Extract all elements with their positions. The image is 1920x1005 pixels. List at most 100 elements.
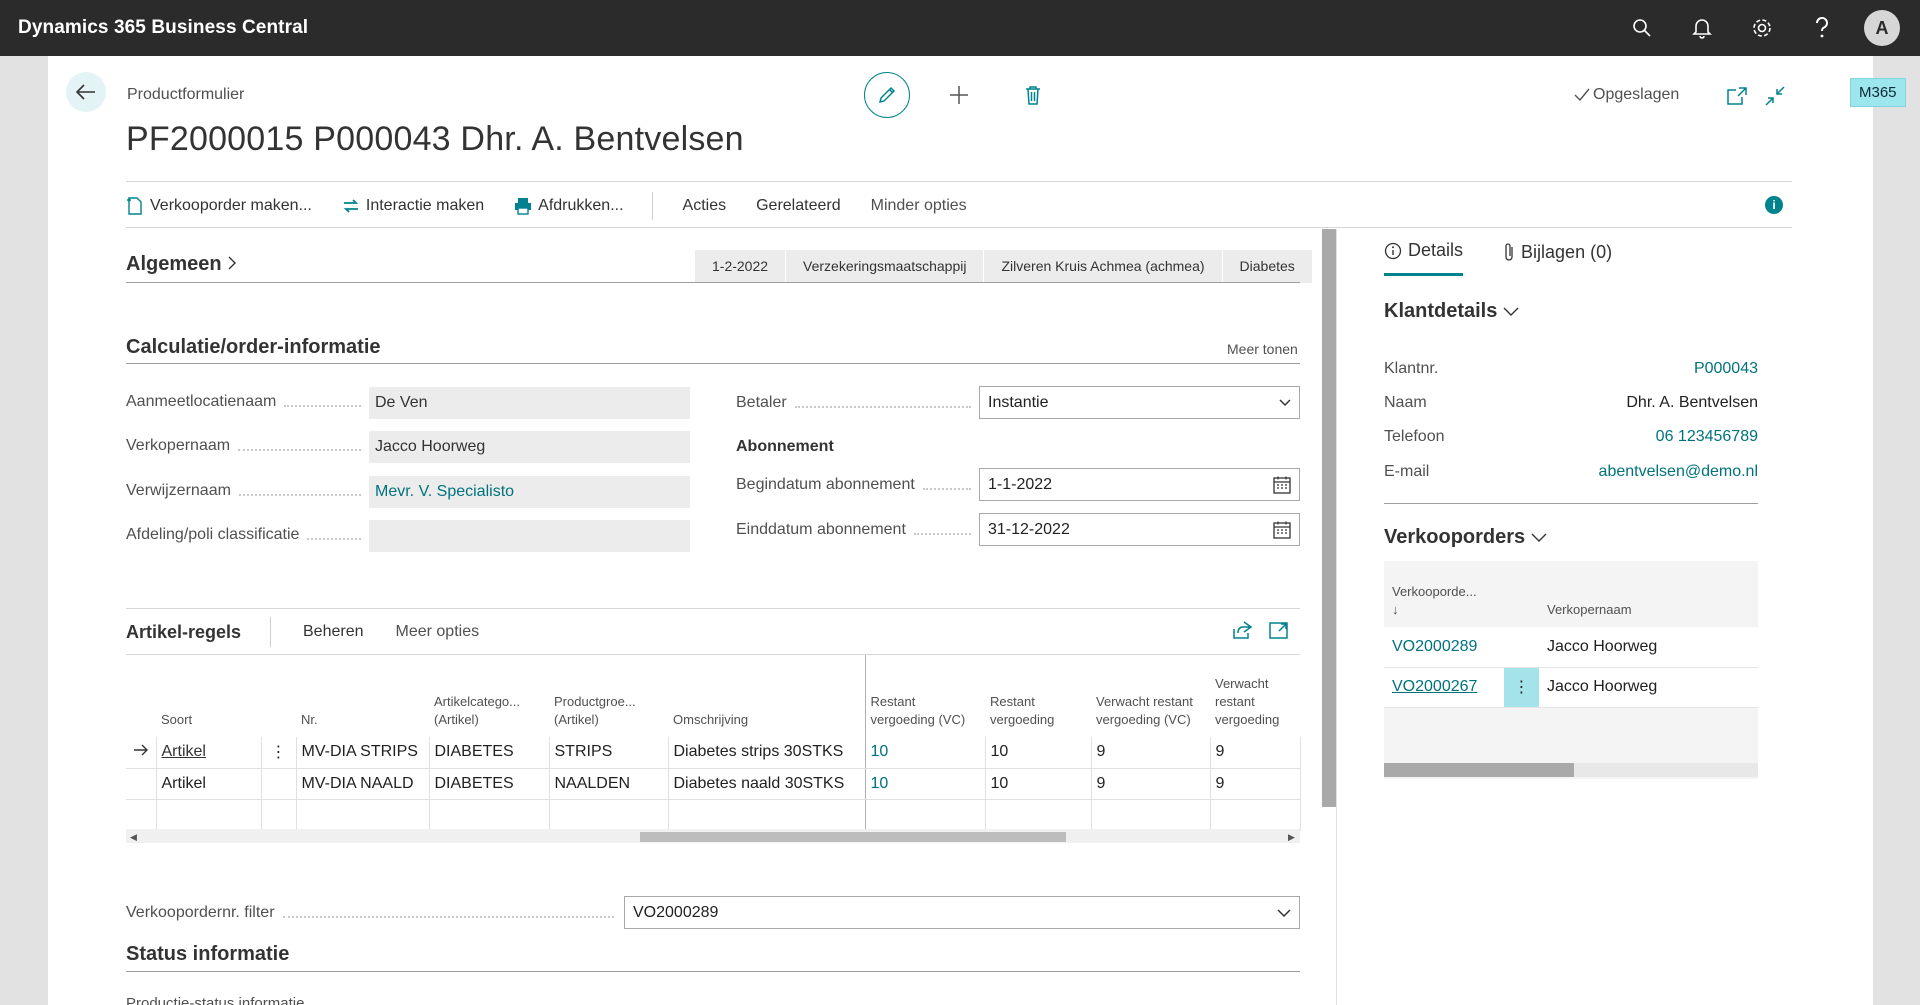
cell-type[interactable]: Artikel — [156, 737, 262, 769]
cell-group[interactable]: NAALDEN — [549, 768, 669, 800]
empty-cell[interactable] — [1091, 799, 1211, 831]
empty-cell[interactable] — [668, 799, 866, 831]
order-no-link[interactable]: VO2000267 — [1384, 667, 1504, 708]
table-row[interactable]: Artikel MV-DIA NAALD DIABETES NAALDEN Di… — [126, 768, 1301, 800]
col-salesperson[interactable]: Verkopernaam — [1539, 561, 1758, 627]
open-new-window-icon[interactable] — [1725, 84, 1749, 108]
cell-group[interactable]: STRIPS — [549, 737, 669, 769]
cell-rest[interactable]: 10 — [985, 768, 1092, 800]
list-item[interactable]: VO2000267 ⋮ Jacco Hoorweg — [1384, 667, 1758, 708]
cell-category[interactable]: DIABETES — [429, 737, 550, 769]
cell-no[interactable]: MV-DIA NAALD — [296, 768, 430, 800]
factbox-scrollbar-thumb[interactable] — [1384, 763, 1574, 777]
cell-rest[interactable]: 10 — [985, 737, 1092, 769]
scroll-left-icon[interactable]: ◀ — [130, 832, 137, 843]
sales-orders-header[interactable]: Verkooporders — [1384, 526, 1547, 549]
row-menu-icon[interactable]: ⋮ — [261, 737, 297, 769]
m365-badge[interactable]: M365 — [1850, 78, 1906, 107]
general-section-header[interactable]: Algemeen — [126, 253, 237, 276]
help-icon[interactable] — [1792, 0, 1852, 56]
share-icon[interactable] — [1231, 620, 1255, 644]
expand-icon[interactable] — [1269, 620, 1293, 644]
collapse-icon[interactable] — [1763, 84, 1787, 108]
edit-button[interactable] — [864, 72, 910, 118]
tab-details[interactable]: Details — [1384, 240, 1464, 276]
tab-attachments[interactable]: Bijlagen (0) — [1503, 240, 1612, 276]
gear-icon[interactable] — [1732, 0, 1792, 56]
new-button[interactable] — [944, 80, 974, 110]
col-rest-vc[interactable]: Restant vergoeding (VC) — [865, 655, 985, 737]
vertical-scrollbar[interactable] — [1322, 229, 1336, 807]
payer-select[interactable]: Instantie — [979, 386, 1300, 419]
manage-menu[interactable]: Beheren — [303, 623, 364, 641]
cell-category[interactable]: DIABETES — [429, 768, 550, 800]
cell-type[interactable]: Artikel — [156, 768, 262, 800]
cell-description[interactable]: Diabetes strips 30STKS — [668, 737, 866, 769]
create-sales-order-action[interactable]: Verkooporder maken... — [126, 197, 312, 215]
cell-rest-vc[interactable]: 10 — [865, 737, 986, 769]
table-row[interactable]: Artikel ⋮ MV-DIA STRIPS DIABETES STRIPS … — [126, 737, 1301, 769]
print-action[interactable]: Afdrukken... — [514, 197, 624, 215]
empty-cell[interactable] — [865, 799, 986, 831]
status-section-title[interactable]: Status informatie — [126, 943, 289, 966]
cell-no[interactable]: MV-DIA STRIPS — [296, 737, 430, 769]
status-subgroup[interactable]: Productie-status informatie — [126, 995, 304, 1005]
cell-exp-rest[interactable]: 9 — [1210, 737, 1301, 769]
empty-cell[interactable] — [985, 799, 1092, 831]
col-description[interactable]: Omschrijving — [668, 655, 866, 737]
cell-description[interactable]: Diabetes naald 30STKS — [668, 768, 866, 800]
user-avatar-button[interactable]: A — [1852, 0, 1912, 56]
back-button[interactable] — [66, 72, 106, 112]
col-exp-rest-vc[interactable]: Verwacht restant vergoeding (VC) — [1091, 655, 1210, 737]
location-field[interactable]: De Ven — [369, 387, 690, 419]
cell-exp-rest-vc[interactable]: 9 — [1091, 768, 1211, 800]
empty-row[interactable] — [126, 799, 1301, 831]
cell-exp-rest-vc[interactable]: 9 — [1091, 737, 1211, 769]
empty-cell[interactable] — [549, 799, 669, 831]
customer-details-header[interactable]: Klantdetails — [1384, 300, 1519, 323]
department-field[interactable] — [369, 520, 690, 552]
cell-rest-vc[interactable]: 10 — [865, 768, 986, 800]
info-icon[interactable]: i — [1765, 196, 1783, 214]
cell-exp-rest[interactable]: 9 — [1210, 768, 1301, 800]
order-no-link[interactable]: VO2000289 — [1384, 627, 1504, 668]
create-interaction-action[interactable]: Interactie maken — [342, 197, 484, 215]
calc-section-title[interactable]: Calculatie/order-informatie — [126, 336, 381, 359]
calendar-icon[interactable] — [1273, 469, 1291, 500]
col-no[interactable]: Nr. — [296, 655, 429, 737]
actions-menu[interactable]: Acties — [683, 197, 727, 215]
customer-phone-link[interactable]: 06 123456789 — [1656, 428, 1758, 446]
bell-icon[interactable] — [1672, 0, 1732, 56]
customer-no-link[interactable]: P000043 — [1694, 360, 1758, 378]
lines-title[interactable]: Artikel-regels — [126, 622, 241, 643]
horizontal-scrollbar-thumb[interactable] — [640, 832, 1066, 842]
order-filter-select[interactable]: VO2000289 — [624, 896, 1300, 929]
col-rest[interactable]: Restant vergoeding — [985, 655, 1091, 737]
empty-cell[interactable] — [156, 799, 262, 831]
col-exp-rest[interactable]: Verwacht restant vergoeding — [1210, 655, 1300, 737]
customer-email-link[interactable]: abentvelsen@demo.nl — [1599, 463, 1758, 481]
list-item[interactable]: VO2000289 Jacco Hoorweg — [1384, 627, 1758, 668]
fewer-options-button[interactable]: Minder opties — [871, 197, 967, 215]
chip-insurer: Zilveren Kruis Achmea (achmea) — [984, 250, 1223, 283]
salesperson-field[interactable]: Jacco Hoorweg — [369, 431, 690, 463]
referrer-field[interactable]: Mevr. V. Specialisto — [369, 476, 690, 508]
scroll-right-icon[interactable]: ▶ — [1288, 832, 1295, 843]
empty-cell[interactable] — [429, 799, 550, 831]
empty-cell[interactable] — [1210, 799, 1301, 831]
more-options-button[interactable]: Meer opties — [396, 623, 480, 641]
start-date-field[interactable]: 1-1-2022 — [979, 468, 1300, 501]
delete-button[interactable] — [1018, 80, 1048, 110]
end-date-field[interactable]: 31-12-2022 — [979, 513, 1300, 546]
calendar-icon[interactable] — [1273, 514, 1291, 545]
show-more-link[interactable]: Meer tonen — [1227, 341, 1298, 357]
empty-cell[interactable] — [296, 799, 430, 831]
row-menu-icon[interactable]: ⋮ — [1504, 667, 1539, 708]
col-type[interactable]: Soort — [156, 655, 261, 737]
col-order-no[interactable]: Verkooporde... ↓ — [1384, 561, 1504, 627]
app-title[interactable]: Dynamics 365 Business Central — [0, 17, 308, 39]
col-group[interactable]: Productgroe... (Artikel) — [549, 655, 668, 737]
search-icon[interactable] — [1612, 0, 1672, 56]
related-menu[interactable]: Gerelateerd — [756, 197, 841, 215]
col-category[interactable]: Artikelcatego... (Artikel) — [429, 655, 549, 737]
